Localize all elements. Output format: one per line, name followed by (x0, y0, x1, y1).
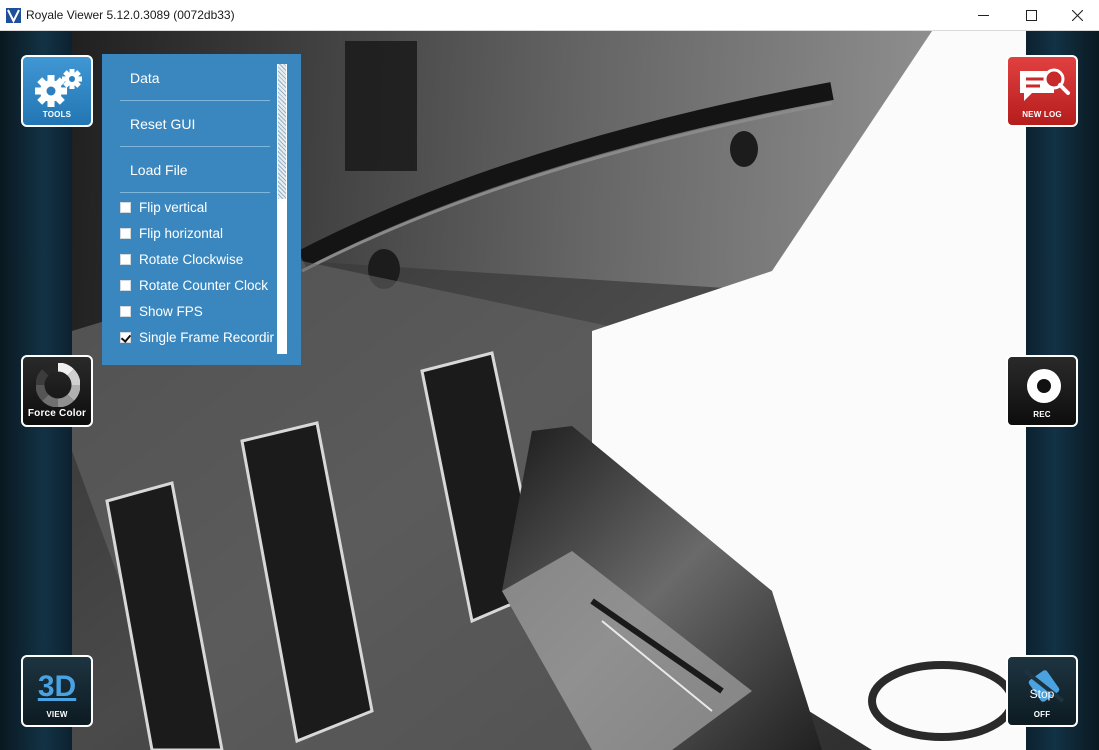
new-log-label: NEW LOG (1022, 110, 1062, 119)
3d-icon: 3D (37, 670, 77, 703)
view-3d-button[interactable]: 3D VIEW (21, 655, 93, 727)
checkbox-label: Rotate Counter Clock (139, 278, 269, 293)
close-icon (1072, 10, 1083, 21)
force-color-label: Force Color (27, 408, 87, 419)
checkbox-flip-vertical[interactable]: Flip vertical (120, 197, 275, 219)
viewer-area: TOOLS Force Color 3D VIEW NEW LOG REC St… (0, 31, 1099, 750)
menu-item-data[interactable]: Data (120, 56, 270, 101)
force-color-button[interactable]: Force Color (21, 355, 93, 427)
menu-item-reset-gui[interactable]: Reset GUI (120, 102, 270, 147)
rec-label: REC (1033, 410, 1051, 419)
checkbox-label: Flip horizontal (139, 226, 224, 241)
window-title: Royale Viewer 5.12.0.3089 (0072db33) (26, 8, 235, 22)
checkbox-label: Flip vertical (139, 200, 208, 215)
checkbox-label: Single Frame Recordir (139, 330, 275, 345)
close-button[interactable] (1055, 0, 1099, 31)
checkbox-box[interactable] (120, 306, 131, 317)
log-search-icon (1020, 68, 1070, 101)
checkbox-label: Rotate Clockwise (139, 252, 244, 267)
stop-text: Stop (1029, 687, 1055, 701)
checkbox-box[interactable] (120, 254, 131, 265)
title-bar: Royale Viewer 5.12.0.3089 (0072db33) (0, 0, 1099, 31)
menu-scrollbar[interactable] (277, 64, 287, 354)
minimize-button[interactable] (961, 0, 1007, 31)
record-button[interactable]: REC (1006, 355, 1078, 427)
new-log-button[interactable]: NEW LOG (1006, 55, 1078, 127)
maximize-icon (1026, 10, 1037, 21)
app-logo-icon (6, 8, 21, 23)
checkbox-label: Show FPS (139, 304, 203, 319)
checkbox-show-fps[interactable]: Show FPS (120, 301, 275, 323)
minimize-icon (978, 15, 989, 16)
checkbox-flip-horizontal[interactable]: Flip horizontal (120, 223, 275, 245)
tools-button[interactable]: TOOLS (21, 55, 93, 127)
checkbox-box[interactable] (120, 228, 131, 239)
record-icon (1027, 369, 1061, 403)
tools-menu: Data Reset GUI Load File Flip vertical F… (102, 54, 301, 365)
checkbox-rotate-clockwise[interactable]: Rotate Clockwise (120, 249, 275, 271)
view-label: VIEW (46, 710, 68, 719)
checkbox-box[interactable] (120, 332, 131, 343)
off-label: OFF (1033, 710, 1051, 719)
menu-item-load-file[interactable]: Load File (120, 148, 270, 193)
checkbox-box[interactable] (120, 202, 131, 213)
tools-label: TOOLS (42, 110, 72, 119)
color-ring-icon (36, 363, 80, 407)
stop-button[interactable]: Stop OFF (1006, 655, 1078, 727)
menu-scrollbar-thumb[interactable] (278, 64, 286, 199)
checkbox-single-frame-recording[interactable]: Single Frame Recordir (120, 327, 275, 349)
gears-icon (35, 69, 82, 107)
checkbox-box[interactable] (120, 280, 131, 291)
maximize-button[interactable] (1009, 0, 1055, 31)
checkbox-rotate-counter-clockwise[interactable]: Rotate Counter Clock (120, 275, 275, 297)
